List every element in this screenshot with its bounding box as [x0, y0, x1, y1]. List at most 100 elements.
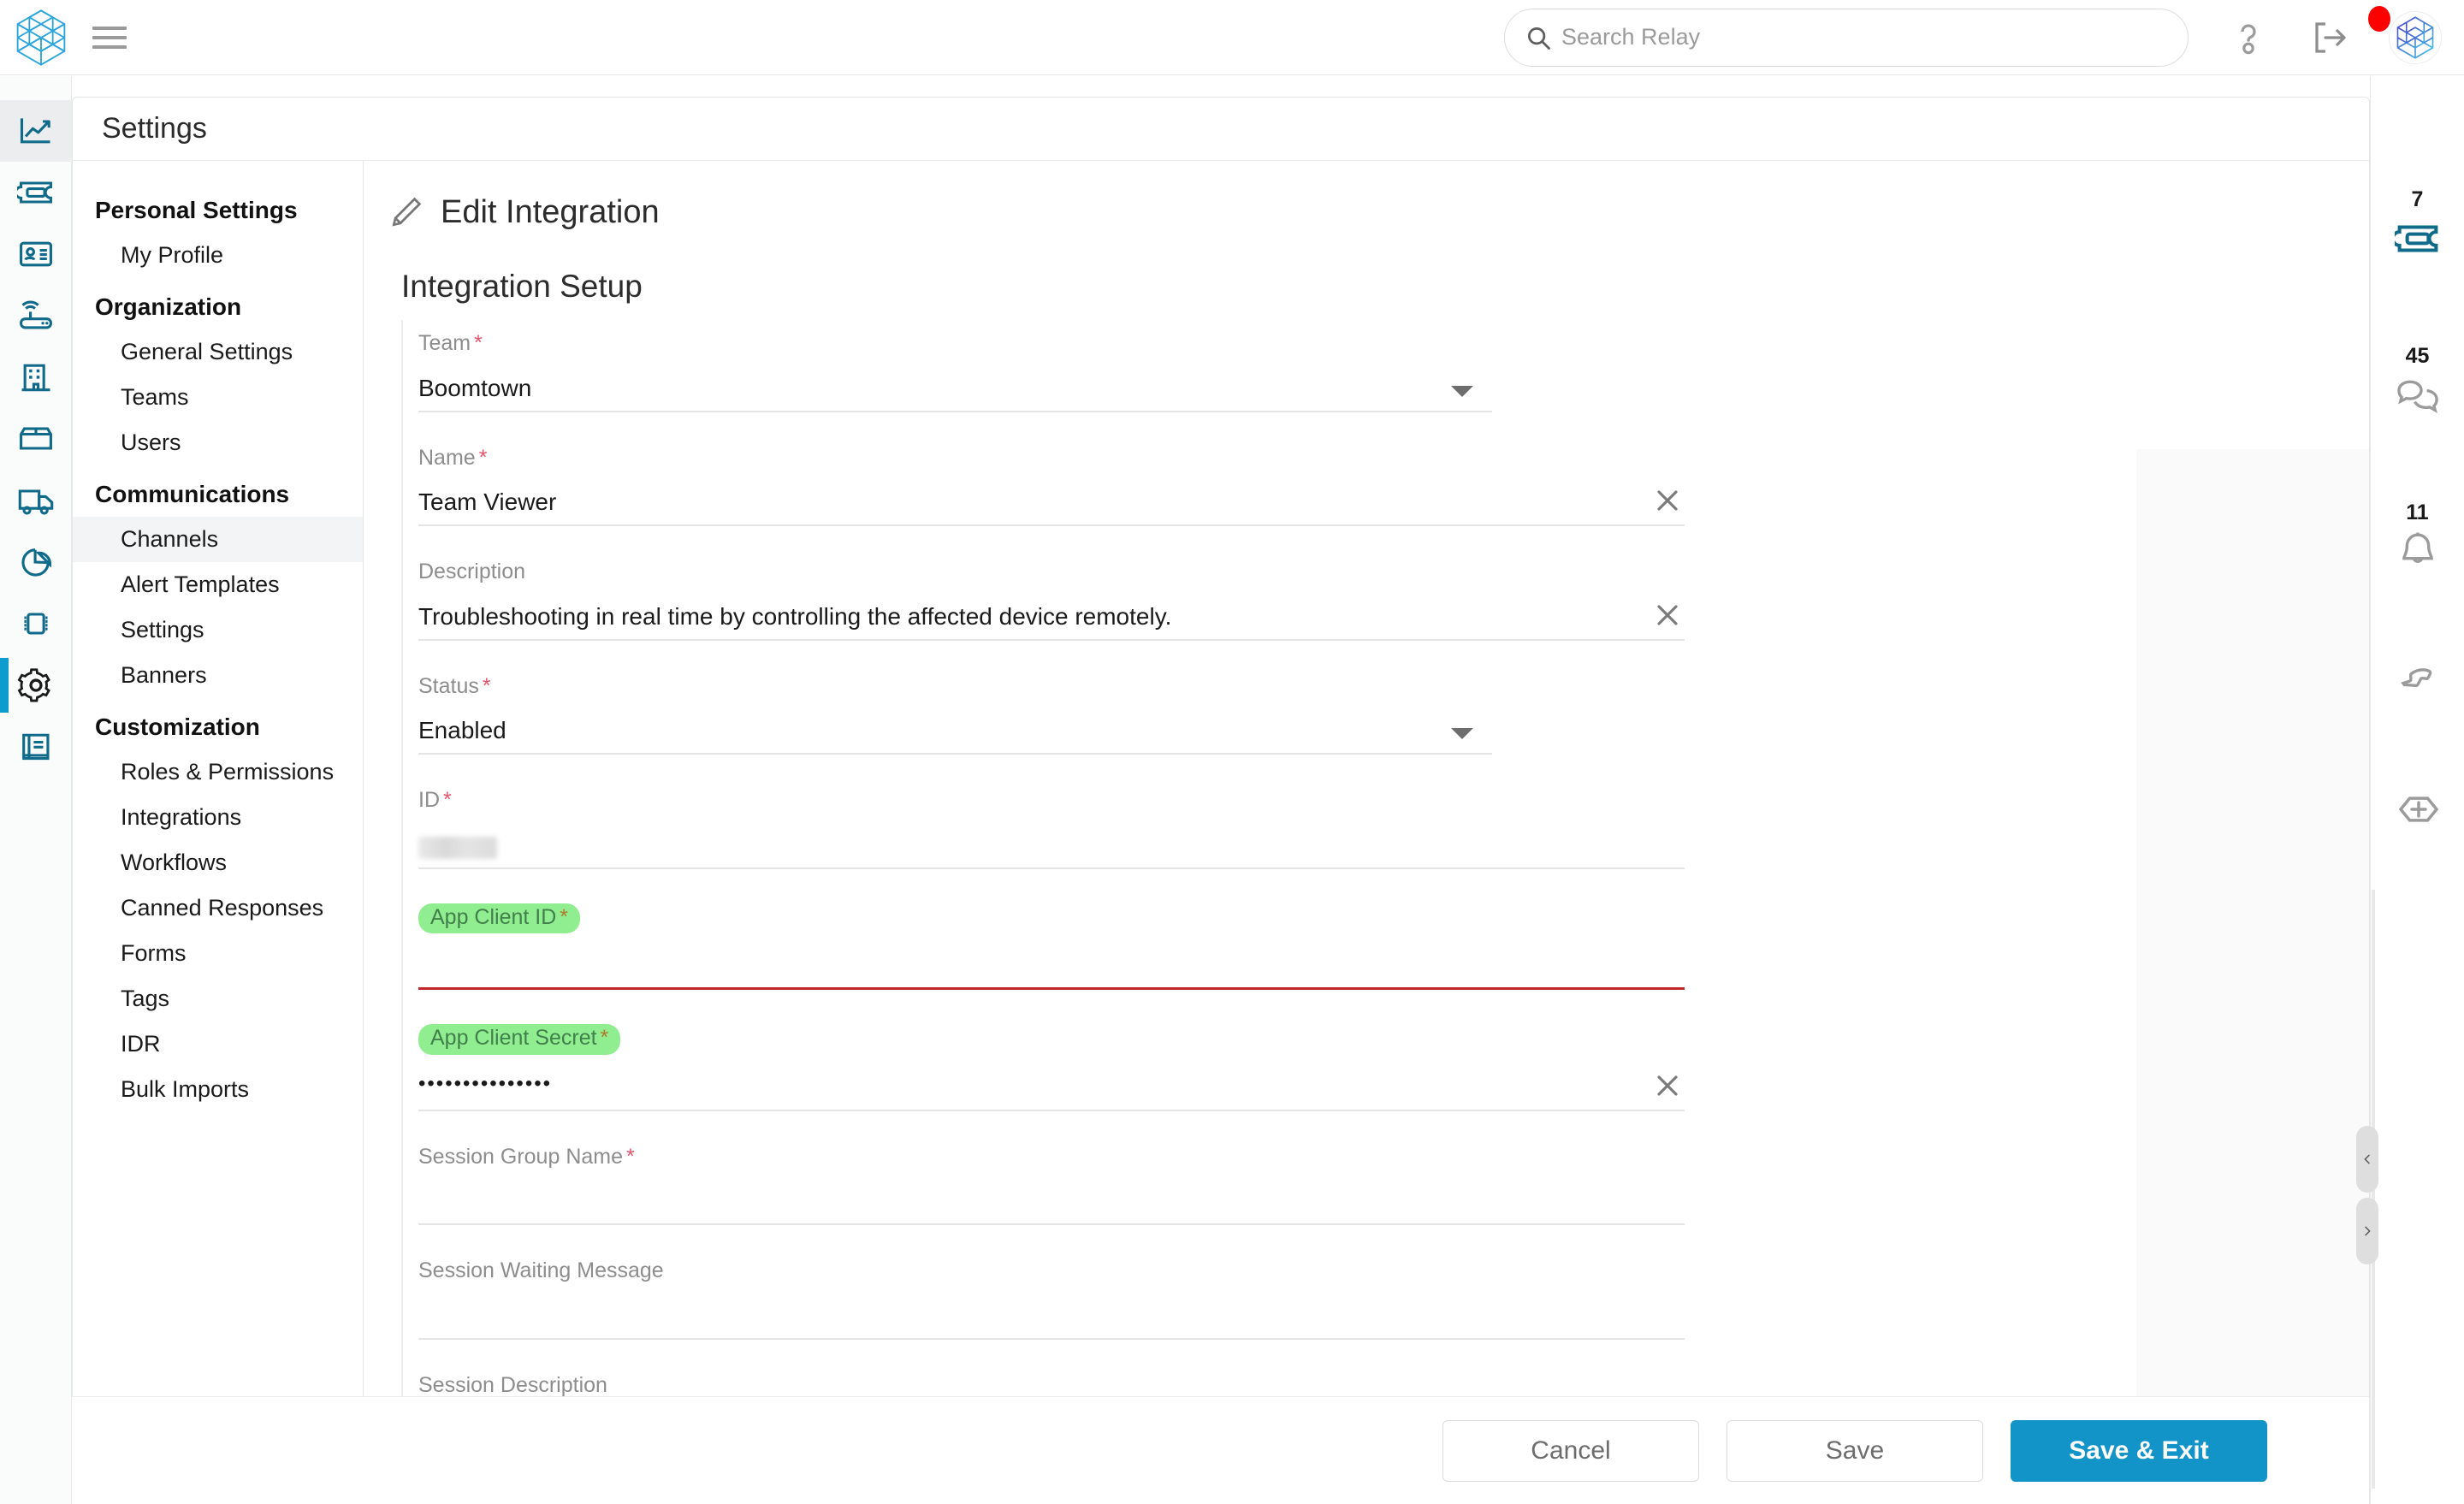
right-rail-item-notifications[interactable]: 11 [2395, 500, 2441, 575]
sidebar-item-canned-responses[interactable]: Canned Responses [73, 885, 363, 931]
right-rail-item-messages[interactable]: 45 [2395, 344, 2441, 418]
question-mark-help-icon[interactable] [2228, 17, 2269, 58]
hexagon-cube-logo[interactable] [10, 7, 72, 68]
field-label-session-description: Session Description [418, 1372, 607, 1397]
field-session-group-name: Session Group Name * [418, 1134, 1685, 1225]
field-control-id[interactable] [418, 813, 1685, 869]
settings-body: Personal Settings My Profile Organizatio… [73, 161, 2369, 1503]
ticket-icon [2390, 216, 2441, 262]
field-label-session-waiting-message: Session Waiting Message [418, 1258, 664, 1282]
rail-item-contacts[interactable] [0, 223, 72, 285]
close-icon[interactable] [1650, 598, 1685, 632]
right-rail-item-calls[interactable] [2395, 657, 2441, 703]
form-footer-actions: Cancel Save Save & Exit [72, 1396, 2370, 1504]
field-label-id: ID * [418, 788, 452, 812]
field-control-team[interactable]: Boomtown [418, 356, 1492, 412]
top-header-bar [0, 0, 2464, 75]
nav-group-personal-settings: Personal Settings [95, 197, 298, 223]
field-value-description: Troubleshooting in real time by controll… [418, 602, 1172, 630]
rail-item-shipping[interactable] [0, 470, 72, 531]
right-rail-item-add-new[interactable] [2395, 785, 2441, 832]
sidebar-item-integrations[interactable]: Integrations [73, 795, 363, 840]
user-avatar-hexagon[interactable] [2389, 10, 2442, 64]
field-value-app-client-secret: ••••••••••••••• [418, 1071, 553, 1095]
messages-count-badge: 45 [2405, 344, 2430, 368]
save-button[interactable]: Save [1727, 1419, 1983, 1482]
panel-resize-handles [2356, 1126, 2378, 1264]
sidebar-item-forms[interactable]: Forms [73, 931, 363, 976]
edit-integration-header: Edit Integration [388, 193, 2369, 231]
field-value-name: Team Viewer [418, 489, 557, 515]
field-label-app-client-id: App Client ID * [418, 903, 581, 933]
collapse-panel-button[interactable] [2356, 1126, 2378, 1193]
header-actions [1504, 5, 2464, 67]
page-title: Settings [102, 112, 207, 145]
sidebar-item-banners[interactable]: Banners [73, 653, 363, 698]
rail-item-hardware[interactable] [0, 593, 72, 654]
chevron-down-icon[interactable] [1451, 728, 1473, 739]
search-bar[interactable] [1504, 8, 2189, 67]
sidebar-item-alert-templates[interactable]: Alert Templates [73, 562, 363, 607]
rail-item-knowledge-base[interactable] [0, 716, 72, 778]
rail-item-analytics[interactable] [0, 100, 72, 162]
field-control-name[interactable]: Team Viewer [418, 470, 1685, 526]
field-value-id-redacted [418, 836, 497, 859]
expand-panel-button[interactable] [2356, 1198, 2378, 1264]
edit-integration-title: Edit Integration [441, 193, 660, 230]
rail-item-tickets[interactable] [0, 162, 72, 223]
search-icon [1525, 25, 1551, 50]
rail-item-inventory[interactable] [0, 408, 72, 470]
field-label-name: Name * [418, 445, 488, 470]
hexagon-plus-icon [2395, 785, 2441, 832]
field-control-status[interactable]: Enabled [418, 698, 1492, 755]
field-description: Description Troubleshooting in real time… [418, 548, 1685, 641]
field-label-session-group-name: Session Group Name * [418, 1144, 635, 1169]
save-and-exit-button[interactable]: Save & Exit [2011, 1419, 2267, 1482]
close-icon[interactable] [1650, 1069, 1685, 1103]
settings-nav-pane: Personal Settings My Profile Organizatio… [73, 161, 364, 1503]
sidebar-item-roles-permissions[interactable]: Roles & Permissions [73, 749, 363, 795]
sidebar-item-channels[interactable]: Channels [73, 517, 363, 562]
left-icon-rail [0, 76, 72, 1504]
sidebar-item-idr[interactable]: IDR [73, 1021, 363, 1067]
hamburger-menu-icon[interactable] [92, 26, 127, 49]
empty-side-panel [2136, 449, 2369, 1503]
bell-icon [2395, 529, 2441, 575]
sidebar-item-bulk-imports[interactable]: Bulk Imports [73, 1067, 363, 1112]
sidebar-item-general-settings[interactable]: General Settings [73, 329, 363, 375]
sidebar-item-teams[interactable]: Teams [73, 375, 363, 420]
rail-item-reports[interactable] [0, 531, 72, 593]
close-icon[interactable] [1650, 483, 1685, 518]
rail-item-organizations[interactable] [0, 346, 72, 408]
sidebar-item-workflows[interactable]: Workflows [73, 840, 363, 885]
field-app-client-secret: App Client Secret * ••••••••••••••• [418, 1012, 1685, 1111]
tickets-count-badge: 7 [2411, 187, 2424, 211]
cancel-button[interactable]: Cancel [1442, 1419, 1699, 1482]
sidebar-item-tags[interactable]: Tags [73, 976, 363, 1021]
settings-card: Settings Personal Settings My Profile Or… [72, 97, 2370, 1504]
field-id: ID * [418, 777, 1685, 869]
avatar-area[interactable] [2368, 5, 2442, 64]
rail-item-devices[interactable] [0, 285, 72, 346]
field-control-description[interactable]: Troubleshooting in real time by controll… [418, 584, 1685, 641]
field-control-app-client-id[interactable] [418, 933, 1685, 990]
search-input[interactable] [1561, 24, 2167, 50]
field-value-team: Boomtown [418, 374, 532, 401]
field-label-team: Team * [418, 331, 483, 355]
chevron-down-icon[interactable] [1451, 385, 1473, 397]
phone-icon [2395, 657, 2441, 703]
field-control-session-group-name[interactable] [418, 1169, 1685, 1225]
chat-bubbles-icon [2395, 372, 2441, 418]
right-rail-item-tickets[interactable]: 7 [2390, 187, 2441, 262]
field-control-session-waiting-message[interactable] [418, 1283, 1685, 1340]
sidebar-item-users[interactable]: Users [73, 420, 363, 465]
field-control-app-client-secret[interactable]: ••••••••••••••• [418, 1055, 1685, 1111]
rail-item-settings[interactable] [0, 654, 72, 716]
sidebar-item-settings[interactable]: Settings [73, 607, 363, 653]
field-label-app-client-secret: App Client Secret * [418, 1024, 621, 1055]
logout-arrow-icon[interactable] [2308, 17, 2349, 58]
section-title-integration-setup: Integration Setup [401, 269, 643, 304]
field-team: Team * Boomtown [418, 320, 1676, 412]
sidebar-item-my-profile[interactable]: My Profile [73, 233, 363, 278]
field-status: Status * Enabled [418, 663, 1676, 755]
